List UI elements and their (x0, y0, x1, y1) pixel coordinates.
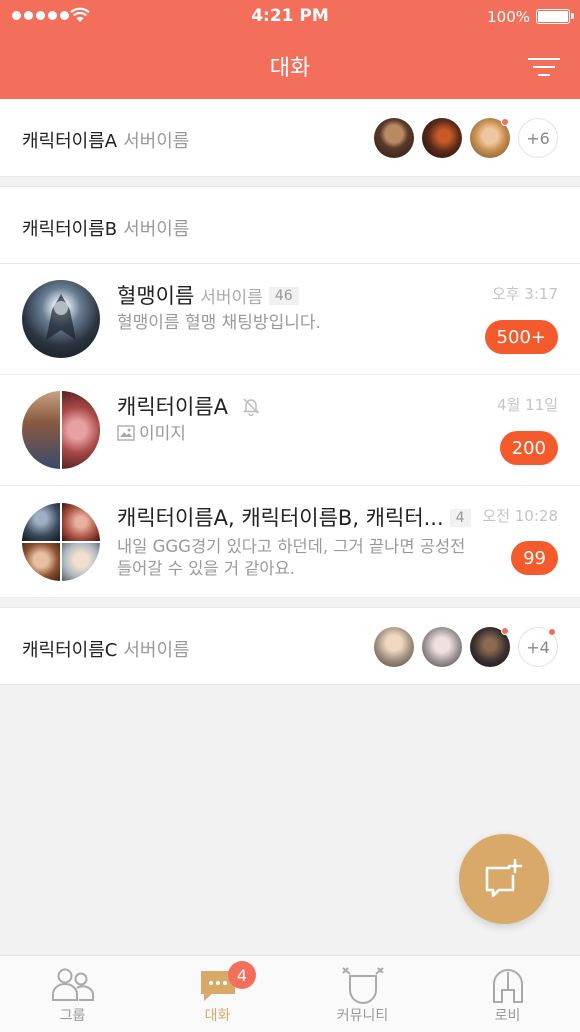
page-title: 대화 (269, 56, 311, 81)
chat-time: 오후 3:17 (491, 285, 558, 303)
tab-label: 로비 (494, 1008, 521, 1024)
tab-group[interactable]: 그룹 (0, 956, 145, 1032)
unread-dot (501, 627, 509, 635)
people-icon (51, 968, 94, 1001)
tab-label: 그룹 (59, 1008, 86, 1024)
group-row-b[interactable]: 캐릭터이름B 서버이름 (0, 186, 580, 264)
chat-message: 혈맹이름 혈맹 채팅방입니다. (117, 313, 321, 333)
filter-icon[interactable] (528, 55, 560, 79)
group-row-c[interactable]: 캐릭터이름C 서버이름 +4 (0, 607, 580, 685)
more-members-count[interactable]: +6 (518, 118, 558, 158)
new-chat-icon (485, 858, 523, 898)
chat-item[interactable]: 캐릭터이름A, 캐릭터이름B, 캐릭터... 4 오전 10:28 내일 GGG경… (0, 486, 580, 598)
tab-bar: 그룹 대화 커뮤니티 로비 (0, 955, 580, 1032)
tab-chat-badge: 4 (228, 961, 256, 989)
unread-dot (548, 628, 556, 636)
member-avatars: +6 (374, 118, 558, 158)
unread-badge: 200 (499, 431, 558, 465)
battery-percent: 100% (487, 8, 530, 26)
chat-time: 오전 10:28 (482, 507, 558, 525)
avatar[interactable] (470, 627, 510, 667)
chat-server: 서버이름 (200, 288, 263, 308)
chat-message: 이미지 (139, 424, 186, 444)
tab-chat[interactable]: 대화 (145, 956, 290, 1032)
unread-badge: 99 (511, 541, 558, 575)
group-server: 서버이름 (123, 131, 190, 152)
chat-name: 혈맹이름 (117, 284, 195, 308)
member-avatars: +4 (374, 627, 558, 667)
member-count: 4 (449, 509, 471, 527)
chat-time: 4월 11일 (497, 396, 558, 414)
chat-avatar (22, 391, 100, 469)
tab-community[interactable]: 커뮤니티 (290, 956, 435, 1032)
new-chat-button[interactable] (459, 834, 549, 924)
shield-icon (341, 967, 384, 1005)
group-name: 캐릭터이름A (22, 131, 118, 152)
group-name: 캐릭터이름B (22, 219, 118, 240)
status-bar: 4:21 PM 100% (0, 0, 580, 34)
group-server: 서버이름 (123, 219, 190, 240)
unread-badge: 500+ (484, 320, 558, 354)
battery-icon (536, 9, 574, 24)
app-header: 4:21 PM 100% 대화 (0, 0, 580, 99)
tab-label: 커뮤니티 (336, 1008, 389, 1024)
avatar[interactable] (422, 118, 462, 158)
group-name: 캐릭터이름C (22, 640, 118, 661)
helmet-icon (492, 969, 523, 1003)
chat-avatar (22, 503, 100, 581)
mute-bell-icon (242, 398, 259, 417)
unread-dot (501, 118, 509, 126)
tab-lobby[interactable]: 로비 (435, 956, 580, 1032)
chat-name: 캐릭터이름A, 캐릭터이름B, 캐릭터... (117, 506, 444, 530)
image-icon (117, 425, 135, 441)
group-row-a[interactable]: 캐릭터이름A 서버이름 +6 (0, 99, 580, 177)
chat-avatar (22, 280, 100, 358)
group-server: 서버이름 (123, 640, 190, 661)
avatar[interactable] (470, 118, 510, 158)
avatar[interactable] (374, 627, 414, 667)
avatar[interactable] (422, 627, 462, 667)
avatar[interactable] (374, 118, 414, 158)
chat-item[interactable]: 혈맹이름 서버이름 46 오후 3:17 혈맹이름 혈맹 채팅방입니다. 500+ (0, 264, 580, 375)
chat-name: 캐릭터이름A (117, 395, 228, 419)
tab-label: 대화 (204, 1008, 231, 1024)
chat-message-line: 들어갈 수 있을 거 같아요. (117, 559, 296, 578)
member-count: 46 (268, 287, 299, 305)
chat-message-line: 내일 GGG경기 있다고 하던데, 그거 끝나면 공성전 (117, 537, 466, 556)
more-members-count[interactable]: +4 (518, 627, 558, 667)
chat-item[interactable]: 캐릭터이름A 4월 11일 이미지 200 (0, 375, 580, 486)
